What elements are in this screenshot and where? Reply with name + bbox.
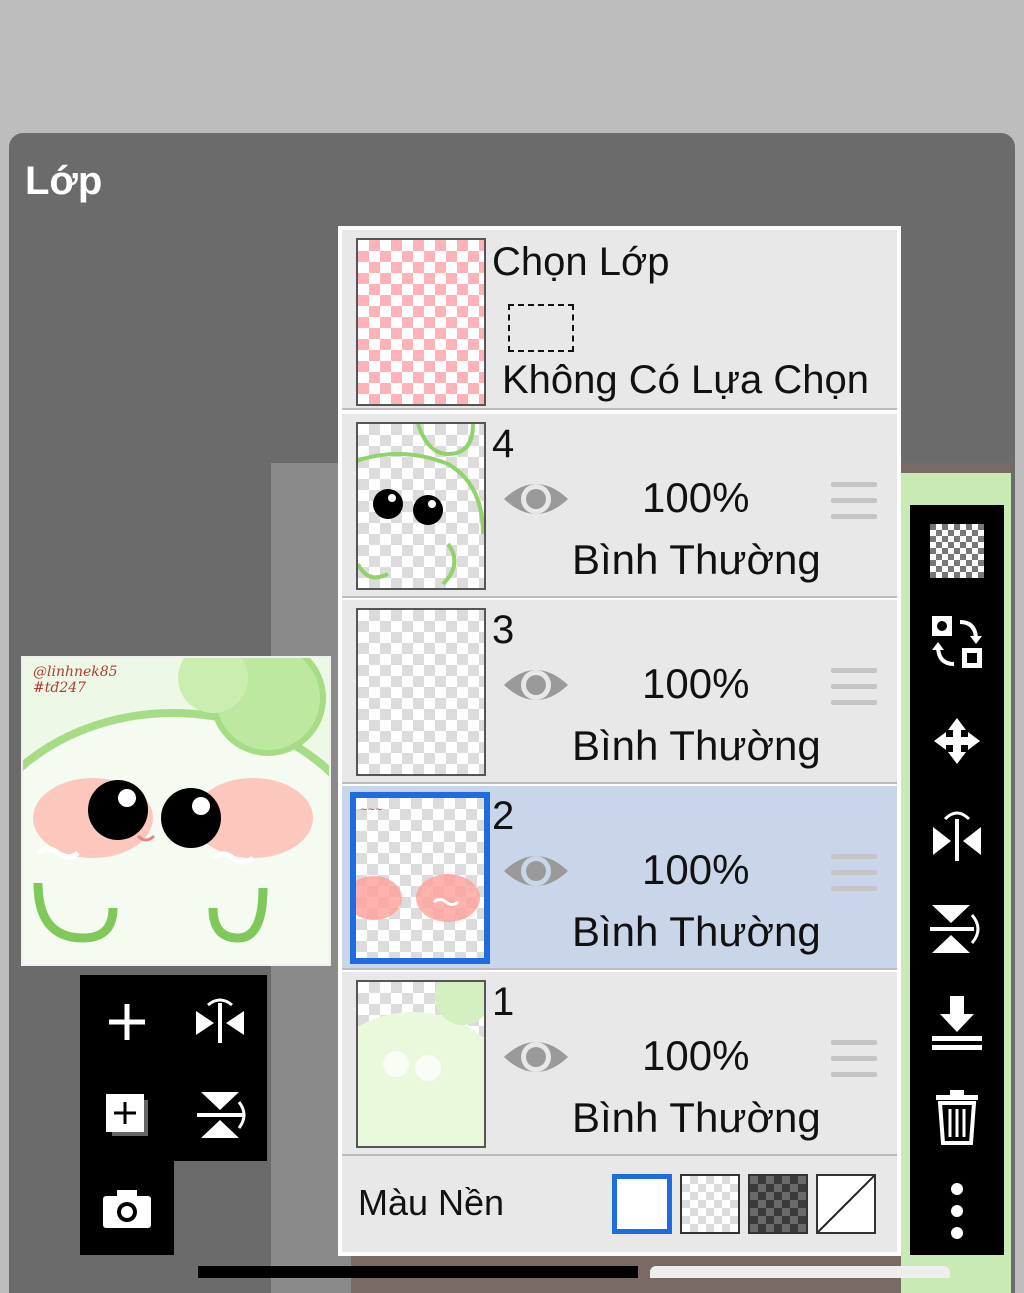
visibility-eye-icon[interactable] bbox=[502, 474, 570, 524]
left-tool-grid bbox=[80, 975, 267, 1255]
svg-text:~~~: ~~~ bbox=[360, 805, 383, 815]
flip-horizontal-icon bbox=[196, 998, 244, 1043]
bg-none-swatch[interactable] bbox=[816, 1174, 876, 1234]
drag-handle-icon[interactable] bbox=[831, 1040, 877, 1080]
selection-layer-row[interactable]: Chọn Lớp Không Có Lựa Chọn bbox=[342, 230, 897, 410]
layer-number: 4 bbox=[492, 422, 515, 466]
preview-signature: @linhnek85 #tđ247 bbox=[33, 664, 118, 696]
layer-number: 1 bbox=[492, 980, 515, 1024]
drag-handle-icon[interactable] bbox=[831, 854, 877, 894]
flip-horizontal-icon bbox=[933, 811, 981, 861]
panel-title: Lớp bbox=[25, 159, 103, 203]
layer-thumbnail bbox=[356, 422, 486, 590]
camera-icon bbox=[103, 1190, 151, 1228]
layer-opacity[interactable]: 100% bbox=[642, 1032, 749, 1080]
selection-title: Chọn Lớp bbox=[492, 240, 670, 284]
slash-icon bbox=[818, 1176, 874, 1232]
drag-handle-icon[interactable] bbox=[831, 668, 877, 708]
bg-dark-checker-swatch[interactable] bbox=[748, 1174, 808, 1234]
bottom-bar-right bbox=[650, 1266, 950, 1278]
background-color-label: Màu Nền bbox=[358, 1182, 505, 1223]
selection-status: Không Có Lựa Chọn bbox=[502, 358, 870, 402]
visibility-eye-icon[interactable] bbox=[502, 660, 570, 710]
merge-down-button[interactable] bbox=[910, 977, 1004, 1069]
bg-transparent-swatch[interactable] bbox=[680, 1174, 740, 1234]
bg-white-swatch[interactable] bbox=[612, 1174, 672, 1234]
layer-opacity[interactable]: 100% bbox=[642, 846, 749, 894]
flip-vertical-icon bbox=[930, 905, 980, 953]
drag-handle-icon[interactable] bbox=[831, 482, 877, 522]
more-options-button[interactable] bbox=[910, 1165, 1004, 1257]
layer-row-2[interactable]: ~~~ 2 100% Bình Thường bbox=[342, 786, 897, 970]
trash-icon bbox=[936, 1090, 978, 1145]
layer-blend-mode[interactable]: Bình Thường bbox=[572, 908, 821, 956]
layer-thumbnail bbox=[356, 980, 486, 1148]
delete-layer-button[interactable] bbox=[910, 1071, 1004, 1163]
duplicate-layer-button[interactable] bbox=[80, 1068, 174, 1162]
selection-thumbnail bbox=[356, 238, 486, 406]
flip-horizontal-button[interactable] bbox=[173, 975, 267, 1069]
merge-down-icon bbox=[932, 996, 982, 1050]
flip-vertical-right-button[interactable] bbox=[910, 883, 1004, 975]
layer-opacity[interactable]: 100% bbox=[642, 474, 749, 522]
checker-icon bbox=[930, 524, 984, 578]
right-toolbar bbox=[910, 505, 1004, 1255]
flip-vertical-icon bbox=[197, 1092, 246, 1138]
layer-blend-mode[interactable]: Bình Thường bbox=[572, 1094, 821, 1142]
layer-thumbnail bbox=[356, 608, 486, 776]
layer-thumbnail: ~~~ bbox=[350, 792, 490, 964]
layer-blend-mode[interactable]: Bình Thường bbox=[572, 536, 821, 584]
move-button[interactable] bbox=[910, 695, 1004, 787]
visibility-eye-icon[interactable] bbox=[502, 1032, 570, 1082]
selection-marquee-icon bbox=[508, 304, 574, 352]
layer-list: Chọn Lớp Không Có Lựa Chọn 4 100% Bình T… bbox=[338, 226, 901, 1256]
layer-number: 2 bbox=[492, 794, 515, 838]
camera-import-button[interactable] bbox=[80, 1161, 174, 1255]
move-icon bbox=[934, 718, 980, 764]
canvas-preview[interactable]: @linhnek85 #tđ247 bbox=[21, 656, 331, 966]
flip-vertical-button[interactable] bbox=[173, 1068, 267, 1162]
layer-opacity[interactable]: 100% bbox=[642, 660, 749, 708]
plus-icon bbox=[109, 1004, 145, 1040]
add-layer-button[interactable] bbox=[80, 975, 174, 1069]
duplicate-layer-icon bbox=[106, 1094, 148, 1136]
swap-layers-icon bbox=[932, 616, 982, 668]
layer-row-1[interactable]: 1 100% Bình Thường bbox=[342, 972, 897, 1156]
top-bar bbox=[0, 0, 1024, 135]
layer-row-3[interactable]: 3 100% Bình Thường bbox=[342, 600, 897, 784]
layer-row-4[interactable]: 4 100% Bình Thường bbox=[342, 414, 897, 598]
bottom-bar bbox=[198, 1266, 638, 1278]
transparency-button[interactable] bbox=[910, 505, 1004, 597]
more-vertical-icon bbox=[951, 1183, 963, 1239]
swap-layers-button[interactable] bbox=[910, 597, 1004, 689]
background-color-row: Màu Nền bbox=[342, 1156, 897, 1252]
layer-number: 3 bbox=[492, 608, 515, 652]
visibility-eye-icon[interactable] bbox=[502, 846, 570, 896]
layer-blend-mode[interactable]: Bình Thường bbox=[572, 722, 821, 770]
flip-horizontal-right-button[interactable] bbox=[910, 790, 1004, 882]
